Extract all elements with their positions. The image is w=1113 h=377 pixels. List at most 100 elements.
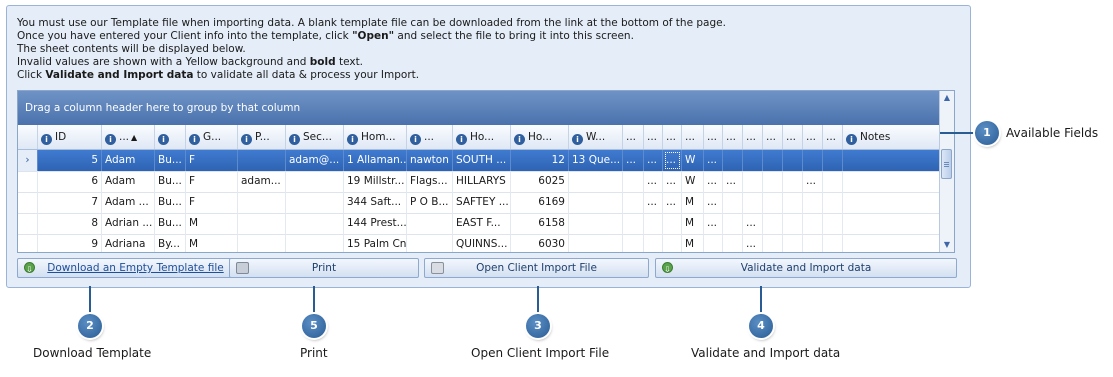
column-header-row[interactable]: i ID i... ▲ i i G... i P... i Sec... i Hom... i... i Ho…: [18, 125, 943, 150]
table-cell[interactable]: ...: [704, 213, 723, 234]
table-cell[interactable]: W: [682, 171, 704, 192]
table-cell[interactable]: [843, 234, 943, 252]
table-cell[interactable]: ...: [704, 171, 723, 192]
table-cell[interactable]: ...: [623, 150, 644, 171]
table-cell[interactable]: ...: [743, 213, 763, 234]
column-header-18[interactable]: ...: [763, 125, 783, 149]
table-cell[interactable]: 6025: [511, 171, 569, 192]
table-cell[interactable]: [763, 150, 783, 171]
table-cell[interactable]: Bu...: [155, 192, 186, 213]
column-header-17[interactable]: ...: [743, 125, 763, 149]
table-cell[interactable]: 8: [38, 213, 102, 234]
table-cell[interactable]: [783, 150, 803, 171]
table-cell[interactable]: [803, 234, 823, 252]
column-header-7[interactable]: i...: [407, 125, 453, 149]
table-cell[interactable]: adam...: [238, 171, 286, 192]
table-cell[interactable]: [569, 171, 623, 192]
table-cell[interactable]: [644, 213, 663, 234]
table-cell[interactable]: [843, 192, 943, 213]
table-cell[interactable]: SAFTEY ...: [453, 192, 511, 213]
table-cell[interactable]: [704, 234, 723, 252]
column-header-8[interactable]: i Ho...: [453, 125, 511, 149]
table-cell[interactable]: nawton: [407, 150, 453, 171]
table-cell[interactable]: ...: [663, 192, 682, 213]
table-cell[interactable]: ...: [663, 171, 682, 192]
table-cell[interactable]: ...: [743, 234, 763, 252]
table-cell[interactable]: Adam: [102, 150, 155, 171]
table-cell[interactable]: [663, 213, 682, 234]
table-cell[interactable]: 144 Prest...: [344, 213, 407, 234]
table-cell[interactable]: [238, 150, 286, 171]
table-cell[interactable]: [286, 171, 344, 192]
table-cell[interactable]: [623, 171, 644, 192]
table-cell[interactable]: [743, 171, 763, 192]
column-header-4[interactable]: i P...: [238, 125, 286, 149]
table-cell[interactable]: [783, 213, 803, 234]
column-header-22[interactable]: i Notes: [843, 125, 943, 149]
table-cell[interactable]: [823, 234, 843, 252]
table-cell[interactable]: ...: [644, 171, 663, 192]
column-header-1[interactable]: i... ▲: [102, 125, 155, 149]
table-cell[interactable]: Bu...: [155, 171, 186, 192]
column-header-11[interactable]: ...: [623, 125, 644, 149]
print-button[interactable]: Print: [229, 258, 419, 278]
column-header-19[interactable]: ...: [783, 125, 803, 149]
table-cell[interactable]: [723, 234, 743, 252]
table-cell[interactable]: [843, 171, 943, 192]
table-cell[interactable]: 1 Allaman...: [344, 150, 407, 171]
table-cell[interactable]: 19 Millstr...: [344, 171, 407, 192]
table-cell[interactable]: [743, 192, 763, 213]
table-cell[interactable]: 6: [38, 171, 102, 192]
table-cell[interactable]: [783, 234, 803, 252]
column-header-13[interactable]: ...: [663, 125, 682, 149]
table-cell[interactable]: adam@...: [286, 150, 344, 171]
table-cell[interactable]: [407, 234, 453, 252]
table-cell[interactable]: SOUTH ...: [453, 150, 511, 171]
table-cell[interactable]: [783, 171, 803, 192]
scroll-up-icon[interactable]: ▲: [940, 91, 954, 105]
table-cell[interactable]: P O B...: [407, 192, 453, 213]
table-cell[interactable]: [723, 213, 743, 234]
table-cell[interactable]: [286, 192, 344, 213]
table-cell[interactable]: F: [186, 192, 238, 213]
column-header-14[interactable]: ...: [682, 125, 704, 149]
table-cell[interactable]: 5: [38, 150, 102, 171]
table-cell[interactable]: 12: [511, 150, 569, 171]
import-data-grid[interactable]: Drag a column header here to group by th…: [17, 90, 955, 253]
table-cell[interactable]: [743, 150, 763, 171]
table-cell[interactable]: [623, 192, 644, 213]
open-import-file-button[interactable]: Open Client Import File: [424, 258, 649, 278]
table-cell[interactable]: ...: [644, 150, 663, 171]
table-cell[interactable]: ...: [663, 150, 682, 171]
table-cell[interactable]: ...: [704, 150, 723, 171]
download-template-button[interactable]: Download an Empty Template file: [17, 258, 254, 279]
table-cell[interactable]: 9: [38, 234, 102, 252]
column-header-9[interactable]: i Ho...: [511, 125, 569, 149]
table-cell[interactable]: Adam: [102, 171, 155, 192]
table-cell[interactable]: Flags...: [407, 171, 453, 192]
column-header-15[interactable]: ...: [704, 125, 723, 149]
column-header-21[interactable]: ...: [823, 125, 843, 149]
column-header-0[interactable]: i ID: [38, 125, 102, 149]
table-cell[interactable]: [823, 171, 843, 192]
table-cell[interactable]: ...: [723, 171, 743, 192]
table-cell[interactable]: 13 Que...: [569, 150, 623, 171]
table-cell[interactable]: By...: [155, 234, 186, 252]
scroll-down-icon[interactable]: ▼: [940, 238, 954, 252]
column-header-2[interactable]: i: [155, 125, 186, 149]
table-cell[interactable]: [623, 234, 644, 252]
table-cell[interactable]: M: [682, 192, 704, 213]
table-cell[interactable]: QUINNS...: [453, 234, 511, 252]
table-cell[interactable]: [843, 213, 943, 234]
table-cell[interactable]: [663, 234, 682, 252]
table-cell[interactable]: [238, 192, 286, 213]
column-header-12[interactable]: ...: [644, 125, 663, 149]
table-row[interactable]: 9 Adriana By... M 15 Palm Cnr QUINNS... 6030 M.…: [18, 234, 943, 252]
table-cell[interactable]: [823, 213, 843, 234]
validate-import-button[interactable]: Validate and Import data: [655, 258, 957, 279]
table-cell[interactable]: [843, 150, 943, 171]
table-cell[interactable]: M: [682, 213, 704, 234]
table-cell[interactable]: M: [682, 234, 704, 252]
table-cell[interactable]: 344 Saft...: [344, 192, 407, 213]
table-cell[interactable]: [803, 150, 823, 171]
